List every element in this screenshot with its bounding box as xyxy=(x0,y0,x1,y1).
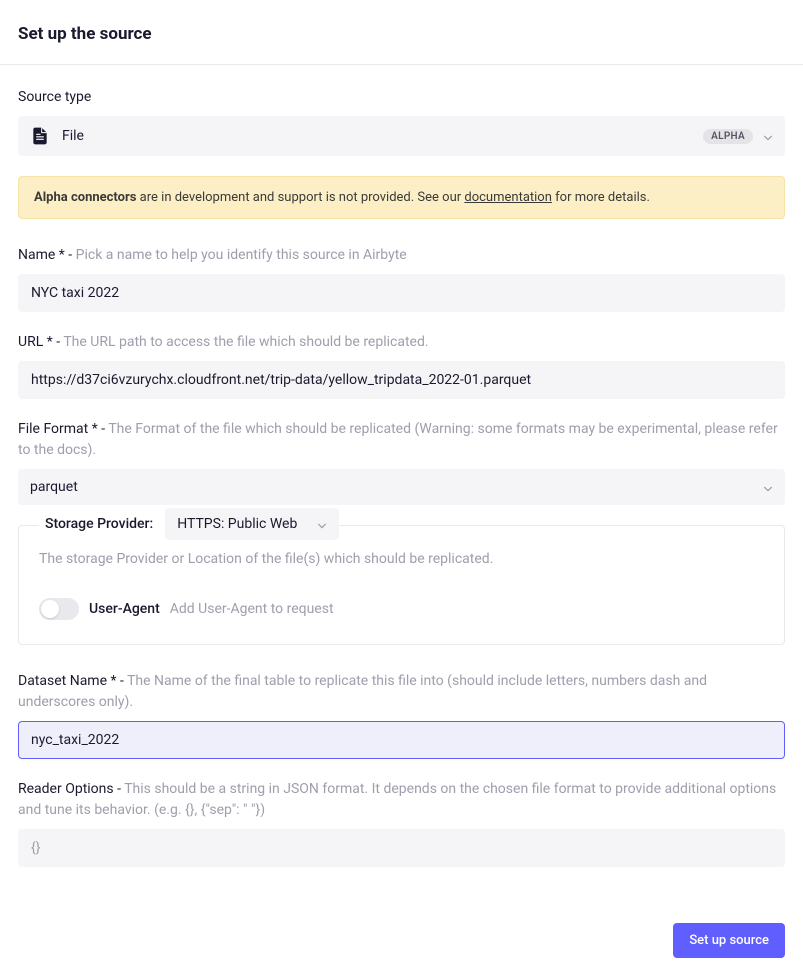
file-format-label: File Format * - The Format of the file w… xyxy=(18,419,785,461)
file-format-value: parquet xyxy=(30,479,78,495)
name-label: Name * - Pick a name to help you identif… xyxy=(18,245,785,266)
file-icon xyxy=(30,126,50,146)
url-input[interactable] xyxy=(18,361,785,399)
alpha-banner-text2: for more details. xyxy=(552,190,650,205)
user-agent-toggle[interactable] xyxy=(39,598,79,620)
user-agent-row: User-Agent Add User-Agent to request xyxy=(39,598,764,620)
chevron-down-icon xyxy=(763,482,773,492)
alpha-banner-strong: Alpha connectors xyxy=(34,190,136,205)
form-footer: Set up source xyxy=(0,905,803,976)
storage-provider-label: Storage Provider: xyxy=(39,516,153,532)
page-title: Set up the source xyxy=(18,24,785,44)
dataset-name-label: Dataset Name * - The Name of the final t… xyxy=(18,671,785,713)
dataset-name-input[interactable] xyxy=(18,721,785,759)
reader-options-field: Reader Options - This should be a string… xyxy=(18,779,785,867)
documentation-link[interactable]: documentation xyxy=(464,190,552,205)
source-type-value: File xyxy=(62,128,703,144)
chevron-down-icon xyxy=(317,519,327,529)
submit-button[interactable]: Set up source xyxy=(673,923,785,958)
file-format-field: File Format * - The Format of the file w… xyxy=(18,419,785,505)
url-label: URL * - The URL path to access the file … xyxy=(18,332,785,353)
storage-provider-value: HTTPS: Public Web xyxy=(177,516,297,532)
source-type-field: Source type File ALPHA xyxy=(18,87,785,156)
alpha-badge: ALPHA xyxy=(703,129,753,144)
page-header: Set up the source xyxy=(0,0,803,65)
name-input[interactable] xyxy=(18,274,785,312)
name-field: Name * - Pick a name to help you identif… xyxy=(18,245,785,312)
chevron-down-icon xyxy=(763,131,773,141)
storage-provider-select[interactable]: HTTPS: Public Web xyxy=(165,508,339,540)
source-type-select[interactable]: File ALPHA xyxy=(18,116,785,156)
storage-provider-fieldset: Storage Provider: HTTPS: Public Web The … xyxy=(18,525,785,645)
form-content: Source type File ALPHA Alpha connectors … xyxy=(0,65,803,905)
user-agent-label: User-Agent xyxy=(89,601,160,617)
reader-options-label: Reader Options - This should be a string… xyxy=(18,779,785,821)
source-type-label: Source type xyxy=(18,87,785,108)
user-agent-hint: Add User-Agent to request xyxy=(170,601,334,617)
dataset-name-field: Dataset Name * - The Name of the final t… xyxy=(18,671,785,759)
alpha-banner-text1: are in development and support is not pr… xyxy=(136,190,464,205)
storage-provider-desc: The storage Provider or Location of the … xyxy=(39,550,764,570)
toggle-knob xyxy=(41,600,59,618)
url-field: URL * - The URL path to access the file … xyxy=(18,332,785,399)
file-format-select[interactable]: parquet xyxy=(18,469,785,505)
reader-options-input[interactable] xyxy=(18,829,785,867)
storage-provider-legend: Storage Provider: HTTPS: Public Web xyxy=(39,508,339,540)
alpha-banner: Alpha connectors are in development and … xyxy=(18,176,785,219)
